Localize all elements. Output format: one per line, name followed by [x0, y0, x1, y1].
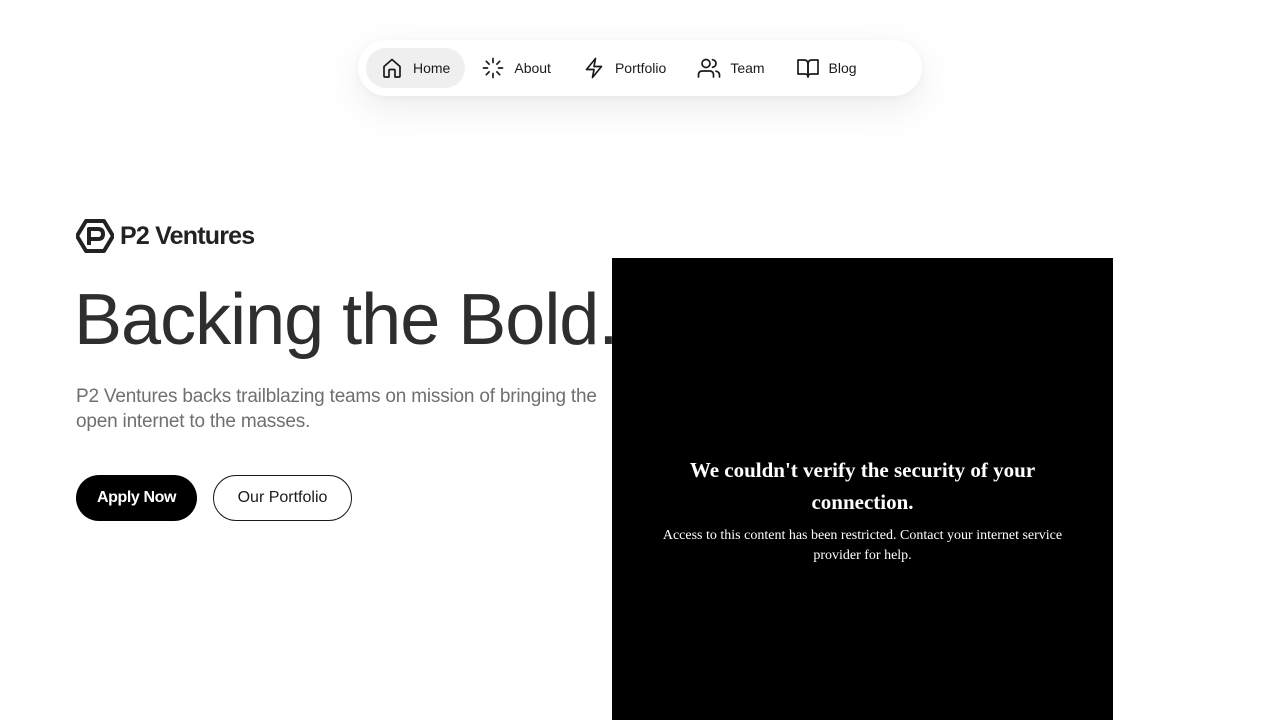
apply-now-button[interactable]: Apply Now: [76, 475, 197, 521]
overlay-message: Access to this content has been restrict…: [662, 528, 1063, 563]
loader-icon: [481, 56, 505, 80]
our-portfolio-button[interactable]: Our Portfolio: [213, 475, 352, 521]
home-icon: [380, 56, 404, 80]
hero-title: Backing the Bold.: [74, 280, 618, 360]
overlay-title: We couldn't verify the security of your …: [689, 458, 1036, 514]
nav-item-home[interactable]: Home: [366, 48, 466, 88]
nav-item-label: Home: [413, 60, 451, 76]
nav-item-team[interactable]: Team: [683, 48, 779, 88]
hero-subtitle: P2 Ventures backs trailblazing teams on …: [76, 386, 597, 432]
page: Home About Portfolio Team Blog P2 Ventur…: [0, 0, 1280, 720]
nav-item-label: Portfolio: [614, 60, 667, 76]
users-icon: [697, 56, 721, 80]
security-block-overlay: We couldn't verify the security of your …: [612, 258, 1113, 720]
main-nav: Home About Portfolio Team Blog: [358, 40, 922, 96]
brand-name: P2 Ventures: [120, 221, 255, 250]
nav-item-label: Team: [730, 60, 765, 76]
nav-item-label: Blog: [828, 60, 857, 76]
nav-item-about[interactable]: About: [467, 48, 566, 88]
book-icon: [796, 56, 820, 80]
nav-item-blog[interactable]: Blog: [782, 48, 872, 88]
brand[interactable]: P2 Ventures: [75, 218, 255, 254]
p2-logo-icon: [75, 219, 115, 253]
nav-item-portfolio[interactable]: Portfolio: [568, 48, 681, 88]
lightning-icon: [582, 56, 606, 80]
nav-item-label: About: [514, 60, 551, 76]
